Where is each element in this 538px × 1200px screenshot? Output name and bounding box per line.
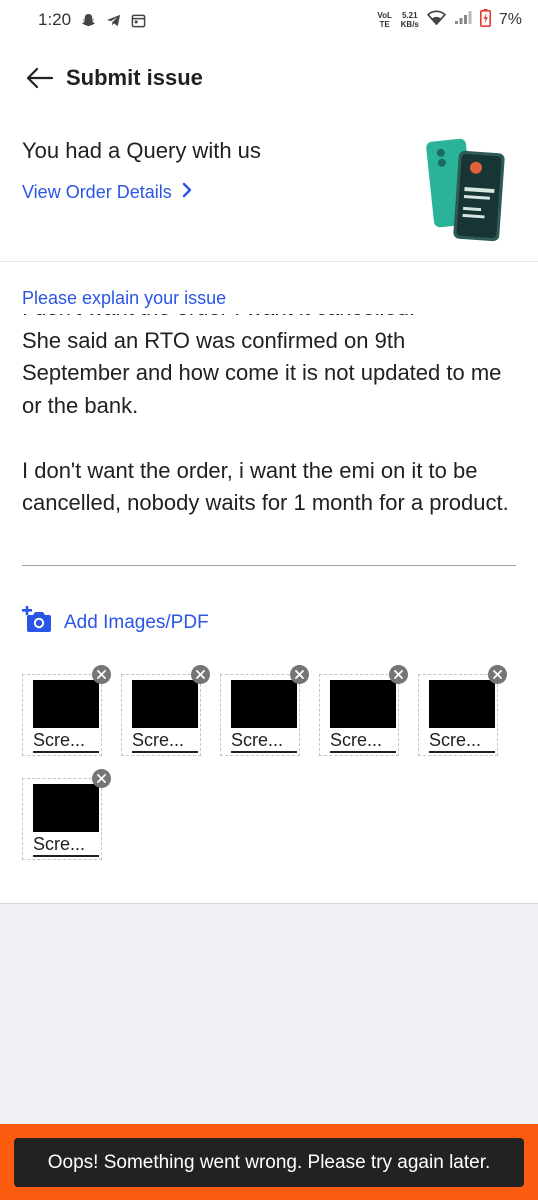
battery-icon	[479, 8, 491, 32]
network-speed: 5.21 KB/s	[401, 11, 419, 29]
attachment-image	[231, 680, 297, 728]
remove-attachment-icon[interactable]	[191, 665, 210, 684]
issue-field-label: Please explain your issue	[22, 288, 227, 308]
chevron-right-icon	[182, 182, 192, 203]
network-type: VoLTE	[377, 11, 392, 29]
view-order-details-link[interactable]: View Order Details	[22, 182, 192, 203]
attachment-thumbnail[interactable]: Scre...	[22, 769, 111, 860]
remove-attachment-icon[interactable]	[488, 665, 507, 684]
remove-attachment-icon[interactable]	[92, 769, 111, 788]
status-left: 1:20	[38, 10, 146, 30]
issue-textarea[interactable]: I don't want the order I want it cancell…	[22, 314, 516, 566]
add-photo-icon	[22, 605, 52, 639]
calendar-icon	[131, 13, 146, 28]
attachment-image	[33, 680, 99, 728]
status-bar: 1:20 VoLTE 5.21 KB/s 7%	[0, 0, 538, 40]
network-speed-unit: KB/s	[400, 20, 419, 29]
attachment-label: Scre...	[132, 729, 198, 753]
network-speed-value: 5.21	[401, 11, 418, 20]
snapchat-icon	[81, 13, 96, 28]
attachment-image	[33, 784, 99, 832]
attachment-label: Scre...	[330, 729, 396, 753]
issue-text-value: I don't want the order I want it cancell…	[22, 314, 509, 515]
query-title: You had a Query with us	[22, 138, 261, 163]
product-phone-image	[426, 138, 510, 242]
attachment-image	[429, 680, 495, 728]
attachment-thumbnail[interactable]: Scre...	[121, 665, 210, 756]
remove-attachment-icon[interactable]	[290, 665, 309, 684]
back-arrow-icon[interactable]	[22, 61, 56, 95]
submit-issue-screen: 1:20 VoLTE 5.21 KB/s 7% Submit issue You…	[0, 0, 538, 1200]
attachment-thumbnail[interactable]: Scre...	[418, 665, 507, 756]
view-order-details-label: View Order Details	[22, 182, 172, 202]
telegram-icon	[106, 13, 121, 28]
attachment-image	[330, 680, 396, 728]
remove-attachment-icon[interactable]	[389, 665, 408, 684]
attachment-thumbnail[interactable]: Scre...	[220, 665, 309, 756]
toast-container: Oops! Something went wrong. Please try a…	[0, 1124, 538, 1200]
attachment-thumbnail[interactable]: Scre...	[319, 665, 408, 756]
signal-icon	[454, 10, 472, 30]
wifi-icon	[426, 10, 446, 30]
status-right: VoLTE 5.21 KB/s 7%	[377, 8, 522, 32]
attachment-thumbnail[interactable]: Scre...	[22, 665, 111, 756]
app-header: Submit issue	[0, 40, 538, 116]
toast-message: Oops! Something went wrong. Please try a…	[47, 1151, 491, 1173]
status-time: 1:20	[38, 10, 72, 29]
attachment-label: Scre...	[33, 729, 99, 753]
attachment-label: Scre...	[33, 833, 99, 857]
battery-percent: 7%	[498, 11, 522, 28]
page-title: Submit issue	[66, 65, 203, 90]
query-card: You had a Query with us View Order Detai…	[0, 116, 538, 262]
attachment-label: Scre...	[231, 729, 297, 753]
error-toast: Oops! Something went wrong. Please try a…	[14, 1138, 524, 1187]
attachment-image	[132, 680, 198, 728]
issue-form: Please explain your issue I don't want t…	[0, 262, 538, 904]
remove-attachment-icon[interactable]	[92, 665, 111, 684]
add-images-button[interactable]: Add Images/PDF	[22, 605, 209, 639]
attachment-label: Scre...	[429, 729, 495, 753]
add-images-label: Add Images/PDF	[64, 611, 209, 633]
